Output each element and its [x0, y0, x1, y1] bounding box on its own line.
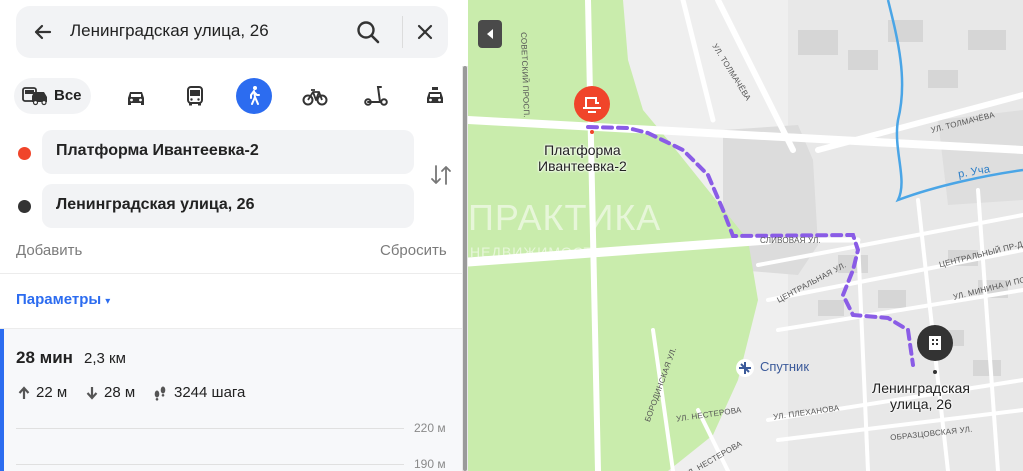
- descent-stat: 28 м: [86, 384, 135, 401]
- collapse-panel-button[interactable]: [478, 20, 502, 48]
- transport-modes: Все: [14, 78, 454, 116]
- selected-indicator: [0, 329, 4, 471]
- end-place-label-line1: Ленинградская: [872, 380, 970, 396]
- route-start-field[interactable]: Платформа Ивантеевка-2: [42, 130, 414, 174]
- mode-scooter-button[interactable]: [357, 78, 393, 114]
- start-place-label[interactable]: Платформа Ивантеевка-2: [538, 142, 627, 174]
- mode-bus-button[interactable]: [177, 78, 213, 114]
- search-bar[interactable]: Ленинградская улица, 26: [16, 6, 448, 58]
- chevron-left-icon: [487, 29, 493, 39]
- swap-points-icon[interactable]: [428, 162, 454, 188]
- scooter-icon: [364, 86, 388, 106]
- start-place-label-line2: Ивантеевка-2: [538, 158, 627, 174]
- poi-sputnik-label[interactable]: Спутник: [760, 359, 809, 374]
- steps-value: 3244 шага: [174, 384, 246, 401]
- arrow-down-icon: [86, 386, 98, 400]
- search-query[interactable]: Ленинградская улица, 26: [70, 21, 269, 41]
- mode-all-button[interactable]: Все: [14, 78, 91, 114]
- bicycle-icon: [302, 89, 328, 106]
- route-params-label: Параметры: [16, 291, 102, 308]
- mode-taxi-button[interactable]: [417, 78, 453, 114]
- start-point-dot: [18, 147, 31, 160]
- start-place-label-line1: Платформа: [544, 142, 621, 158]
- route-time: 28 мин: [16, 348, 73, 367]
- route-start-value: Платформа Ивантеевка-2: [56, 142, 259, 159]
- street-label: СЛИВОВАЯ УЛ.: [760, 236, 821, 245]
- route-end-field[interactable]: Ленинградская улица, 26: [42, 184, 414, 228]
- multimodal-icon: [22, 87, 47, 106]
- back-arrow-icon[interactable]: [30, 19, 56, 45]
- steps-stat: 3244 шага: [152, 384, 245, 401]
- mode-all-label: Все: [54, 87, 82, 104]
- bus-icon: [187, 86, 203, 106]
- route-params-toggle[interactable]: Параметры ▾: [16, 291, 110, 308]
- route-result-card[interactable]: 28 мин 2,3 км 22 м 28 м 3244 шага 220 м: [0, 329, 462, 471]
- watermark-sub: НЕДВИЖИМОСТЬ: [470, 244, 604, 260]
- route-distance: 2,3 км: [84, 350, 126, 367]
- footsteps-icon: [154, 386, 166, 401]
- car-icon: [128, 92, 144, 105]
- watermark-main: ПРАКТИКА: [468, 197, 662, 238]
- arrow-up-icon: [18, 385, 30, 399]
- reset-route-link[interactable]: Сбросить: [380, 242, 447, 259]
- mode-car-button[interactable]: [118, 78, 154, 114]
- elevation-tick-label: 220 м: [414, 421, 446, 435]
- route-panel: Ленинградская улица, 26 Все Платформа Ив…: [0, 0, 468, 471]
- mode-walk-button[interactable]: [236, 78, 272, 114]
- elevation-gridline: [16, 464, 404, 465]
- start-marker[interactable]: [574, 86, 610, 122]
- descent-value: 28 м: [104, 384, 136, 401]
- mode-bicycle-button[interactable]: [296, 78, 332, 114]
- elevation-tick-label: 190 м: [414, 457, 446, 471]
- chevron-down-icon: ▾: [105, 296, 111, 307]
- ascent-stat: 22 м: [18, 384, 67, 401]
- building-icon: [929, 336, 941, 350]
- taxi-icon: [427, 87, 443, 103]
- scrollbar-thumb[interactable]: [463, 66, 467, 471]
- end-place-label[interactable]: Ленинградская улица, 26: [872, 380, 970, 412]
- elevation-gridline: [16, 428, 404, 429]
- close-icon[interactable]: [412, 19, 438, 45]
- pedestrian-icon: [250, 86, 260, 105]
- search-separator: [402, 16, 403, 48]
- end-place-label-line2: улица, 26: [890, 396, 952, 412]
- end-point-dot: [18, 200, 31, 213]
- add-point-link[interactable]: Добавить: [16, 242, 82, 259]
- search-icon[interactable]: [354, 18, 382, 46]
- route-end-value: Ленинградская улица, 26: [56, 196, 255, 213]
- ascent-value: 22 м: [36, 384, 68, 401]
- divider: [0, 273, 462, 274]
